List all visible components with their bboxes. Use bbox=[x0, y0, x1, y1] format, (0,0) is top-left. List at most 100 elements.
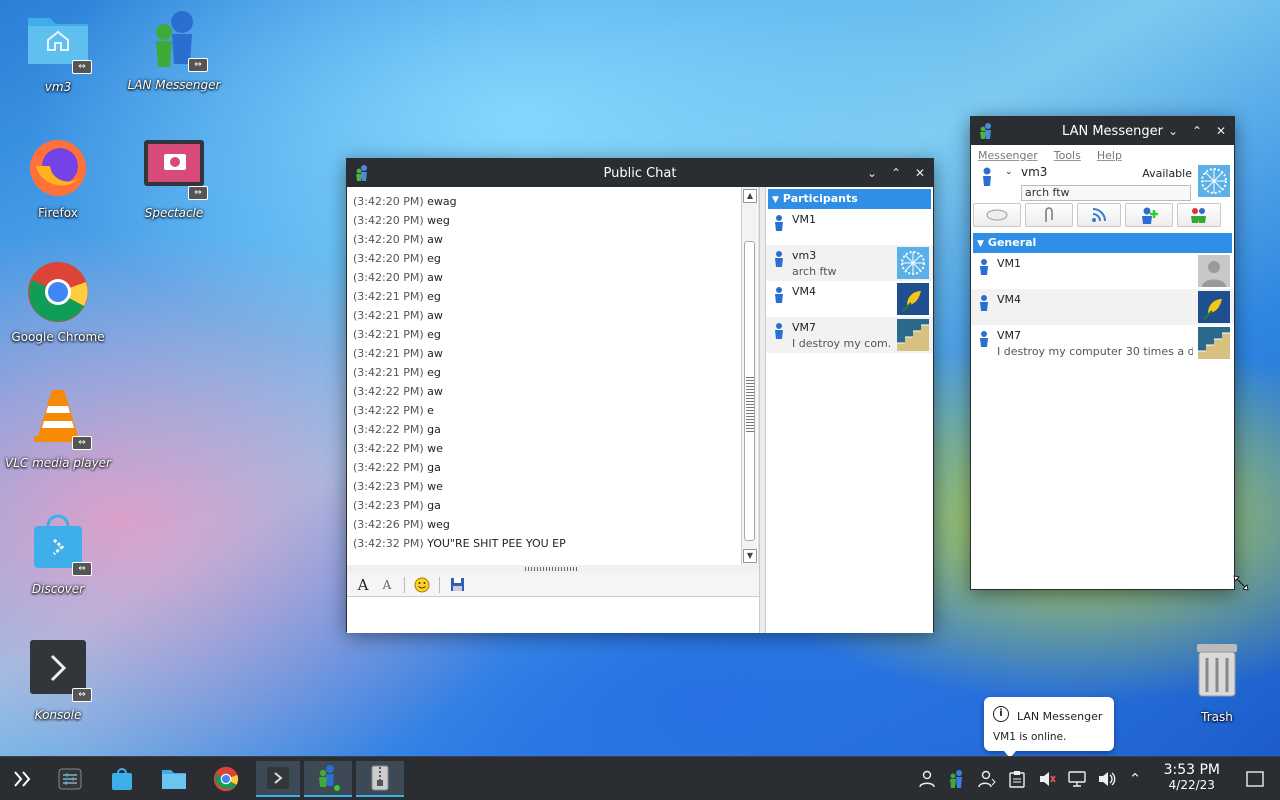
chat-bubble-button[interactable] bbox=[973, 203, 1021, 227]
save-icon[interactable] bbox=[447, 575, 467, 595]
user-status-icon bbox=[774, 215, 784, 231]
clipboard-icon[interactable] bbox=[1006, 768, 1028, 790]
desktop-icon-label: Google Chrome bbox=[11, 330, 105, 344]
muted-speaker-icon[interactable] bbox=[1036, 768, 1058, 790]
desktop-icon-spectacle[interactable]: ⇔ Spectacle bbox=[119, 136, 229, 220]
font-color-icon[interactable]: A bbox=[377, 575, 397, 595]
desktop-icon-firefox[interactable]: Firefox bbox=[3, 136, 113, 220]
desktop-icon-vm3[interactable]: ⇔ vm3 bbox=[3, 10, 113, 94]
chat-message: (3:42:26 PM) weg bbox=[347, 515, 758, 534]
scrollbar-grip bbox=[746, 377, 754, 433]
desktop-icon-google-chrome[interactable]: Google Chrome bbox=[3, 260, 113, 344]
desktop-icon-label: VLC media player bbox=[4, 456, 111, 470]
contact-avatar bbox=[1198, 327, 1230, 359]
group-chat-button[interactable] bbox=[1177, 203, 1221, 227]
personal-message-field[interactable]: arch ftw bbox=[1021, 185, 1191, 201]
desktop-icon-discover[interactable]: ⇔ Discover bbox=[3, 512, 113, 596]
expand-tray-icon[interactable]: ⌃ bbox=[1124, 768, 1146, 790]
contact-row[interactable]: VM1 bbox=[971, 253, 1234, 289]
chat-message: (3:42:22 PM) ga bbox=[347, 420, 758, 439]
chrome-icon[interactable] bbox=[208, 761, 244, 797]
window-titlebar[interactable]: Public Chat ⌄ ⌃ ✕ bbox=[347, 159, 933, 187]
file-manager-icon[interactable] bbox=[156, 761, 192, 797]
desktop-icon-lan-messenger[interactable]: ⇔ LAN Messenger bbox=[119, 8, 229, 92]
chat-message: (3:42:20 PM) ewag bbox=[347, 192, 758, 211]
font-button[interactable]: A bbox=[353, 575, 373, 595]
system-settings-icon[interactable] bbox=[52, 761, 88, 797]
discover-icon[interactable] bbox=[104, 761, 140, 797]
menu-tools[interactable]: Tools bbox=[1054, 149, 1081, 162]
user-icon[interactable] bbox=[916, 768, 938, 790]
clock-date: 4/22/23 bbox=[1168, 778, 1215, 792]
chat-log[interactable]: (3:42:20 PM) ewag (3:42:20 PM) weg (3:42:2… bbox=[347, 187, 759, 565]
contact-row[interactable]: vm3 arch ftw bbox=[766, 245, 933, 281]
chat-message: (3:42:22 PM) ga bbox=[347, 458, 758, 477]
show-desktop-icon[interactable] bbox=[1244, 768, 1266, 790]
minimize-button[interactable]: ⌄ bbox=[1166, 124, 1180, 138]
contact-row[interactable]: VM4 bbox=[971, 289, 1234, 325]
contact-row[interactable]: VM4 bbox=[766, 281, 933, 317]
archive-manager-icon[interactable] bbox=[356, 761, 404, 797]
participants-header[interactable]: ▼ Participants bbox=[768, 189, 931, 209]
message-input[interactable] bbox=[347, 597, 759, 633]
user-status-icon bbox=[774, 287, 784, 303]
scroll-down-arrow[interactable]: ▼ bbox=[743, 549, 757, 563]
minimize-button[interactable]: ⌄ bbox=[865, 166, 879, 180]
window-titlebar[interactable]: LAN Messenger ⌄ ⌃ ✕ bbox=[971, 117, 1234, 145]
maximize-button[interactable]: ⌃ bbox=[1190, 124, 1204, 138]
contact-row[interactable]: VM1 bbox=[766, 209, 933, 245]
desktop-icon-konsole[interactable]: ⇔ Konsole bbox=[3, 638, 113, 722]
contact-name: VM1 bbox=[997, 257, 1022, 270]
desktop-icon-trash[interactable]: Trash bbox=[1162, 640, 1272, 724]
contacts-toolbar bbox=[971, 201, 1234, 229]
desktop-icon-label: vm3 bbox=[44, 80, 72, 94]
status-dropdown-arrow[interactable]: ⌄ bbox=[1005, 167, 1013, 177]
message-timestamp: (3:42:22 PM) bbox=[353, 442, 424, 455]
smiley-icon[interactable] bbox=[412, 575, 432, 595]
my-avatar[interactable] bbox=[1198, 165, 1230, 197]
message-text: ga bbox=[427, 461, 441, 474]
menu-messenger[interactable]: Messenger bbox=[978, 149, 1038, 162]
taskbar: ⌃ 3:53 PM 4/22/23 bbox=[0, 756, 1280, 800]
contact-avatar bbox=[897, 319, 929, 351]
maximize-button[interactable]: ⌃ bbox=[889, 166, 903, 180]
contacts-group-header[interactable]: ▼ General bbox=[973, 233, 1232, 253]
broadcast-button[interactable] bbox=[1077, 203, 1121, 227]
add-contact-button[interactable] bbox=[1125, 203, 1173, 227]
attachment-button[interactable] bbox=[1025, 203, 1073, 227]
my-name: vm3 bbox=[1021, 165, 1048, 179]
user-switch-icon[interactable] bbox=[976, 768, 998, 790]
message-text: aw bbox=[427, 233, 443, 246]
status-icon[interactable] bbox=[981, 167, 993, 187]
notification-popup[interactable]: i LAN Messenger VM1 is online. bbox=[984, 697, 1114, 756]
menu-bar: Messenger Tools Help bbox=[971, 145, 1234, 165]
desktop-icon-label: Discover bbox=[31, 582, 85, 596]
contact-row[interactable]: VM7 I destroy my computer 30 times a da..… bbox=[971, 325, 1234, 361]
message-text: eg bbox=[427, 366, 441, 379]
desktop-icon-vlc[interactable]: ⇔ VLC media player bbox=[3, 386, 113, 470]
my-status[interactable]: Available bbox=[1142, 167, 1192, 180]
message-timestamp: (3:42:20 PM) bbox=[353, 195, 424, 208]
splitter-handle[interactable] bbox=[347, 565, 765, 573]
konsole-icon[interactable] bbox=[256, 761, 300, 797]
chat-message: (3:42:20 PM) weg bbox=[347, 211, 758, 230]
close-button[interactable]: ✕ bbox=[913, 166, 927, 180]
contact-name: VM1 bbox=[792, 213, 817, 226]
app-launcher-button[interactable] bbox=[4, 761, 40, 797]
close-button[interactable]: ✕ bbox=[1214, 124, 1228, 138]
message-timestamp: (3:42:22 PM) bbox=[353, 423, 424, 436]
lan-messenger-icon[interactable] bbox=[304, 761, 352, 797]
message-timestamp: (3:42:32 PM) bbox=[353, 537, 424, 550]
desktop-icon-label: LAN Messenger bbox=[127, 78, 221, 92]
volume-icon[interactable] bbox=[1096, 768, 1118, 790]
scroll-up-arrow[interactable]: ▲ bbox=[743, 189, 757, 203]
chat-scrollbar[interactable]: ▲ ▼ bbox=[741, 187, 757, 565]
lan-messenger-tray-icon[interactable] bbox=[946, 768, 968, 790]
network-icon[interactable] bbox=[1066, 768, 1088, 790]
clock[interactable]: 3:53 PM 4/22/23 bbox=[1164, 762, 1220, 792]
window-title: Public Chat bbox=[603, 165, 677, 181]
menu-help[interactable]: Help bbox=[1097, 149, 1122, 162]
contact-name: VM4 bbox=[997, 293, 1022, 306]
cursor-icon bbox=[1232, 574, 1250, 592]
contact-row[interactable]: VM7 I destroy my com... bbox=[766, 317, 933, 353]
